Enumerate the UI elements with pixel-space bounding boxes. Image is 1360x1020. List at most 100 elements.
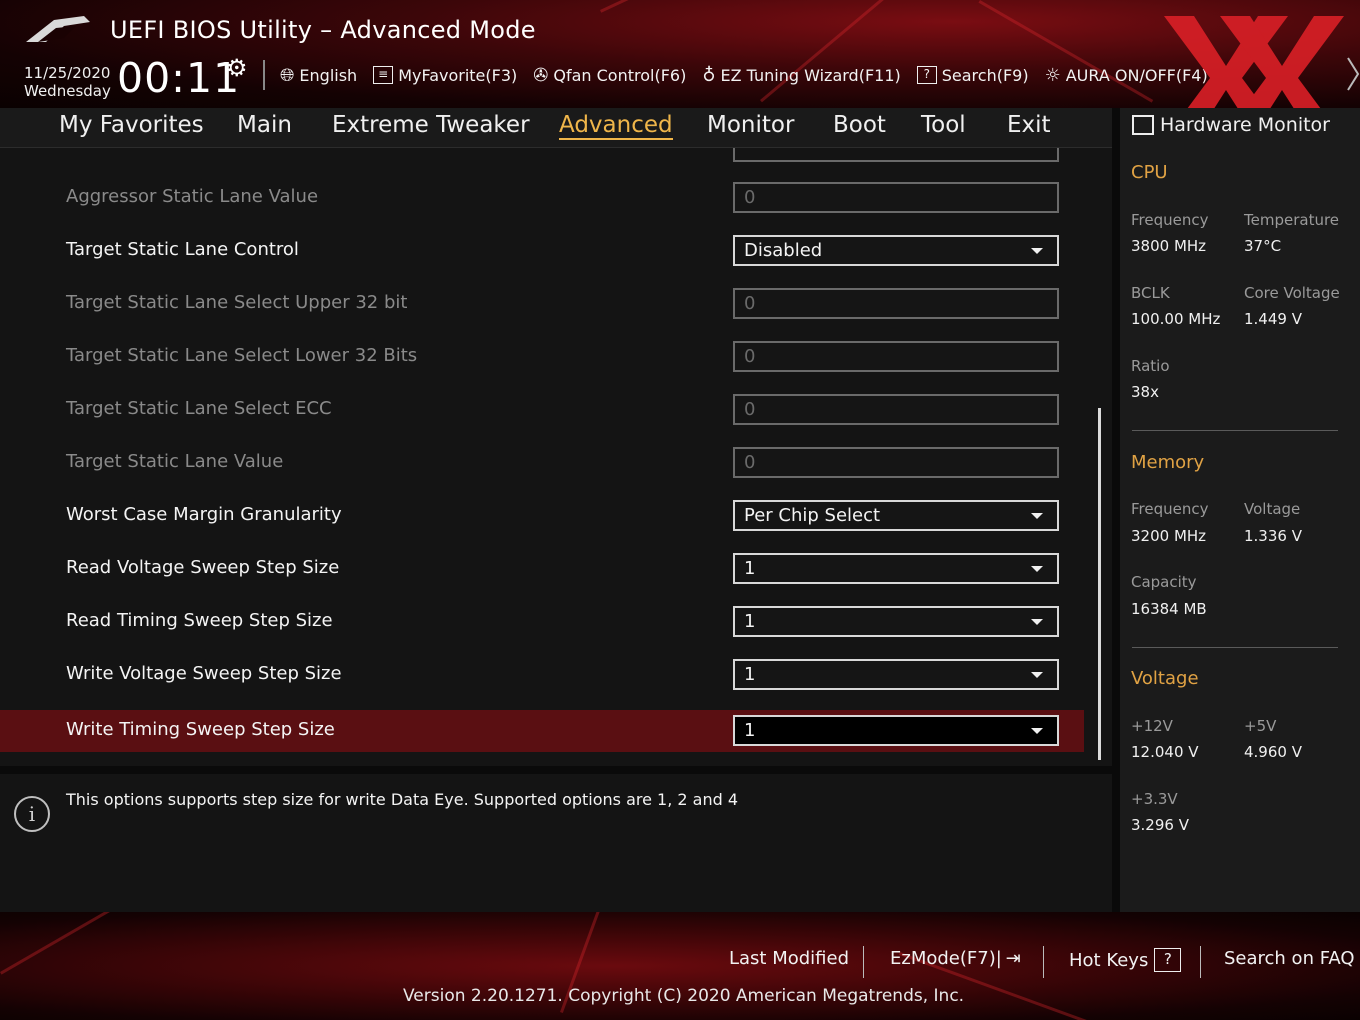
setting-label: Write Voltage Sweep Step Size [66, 663, 342, 684]
rog-logo-icon [26, 16, 90, 42]
version-copyright: Version 2.20.1271. Copyright (C) 2020 Am… [403, 986, 965, 1006]
language-button[interactable]: 🌐︎ English [280, 65, 357, 86]
dropdown-value: Disabled [744, 240, 823, 261]
cpu-temperature-value: 37°C [1244, 237, 1282, 255]
tab-extreme-tweaker[interactable]: Extreme Tweaker [332, 112, 530, 138]
setting-row[interactable]: Target Static Lane Control Disabled [0, 230, 1084, 272]
gear-icon[interactable]: ⚙ [226, 54, 248, 82]
setting-label: Target Static Lane Value [66, 451, 284, 472]
language-label: English [299, 65, 358, 85]
setting-value-input: 0 [733, 341, 1059, 372]
header-decoration [600, 0, 964, 13]
setting-dropdown[interactable]: 1 [733, 553, 1059, 584]
setting-label: Read Timing Sweep Step Size [66, 610, 333, 631]
setting-dropdown[interactable]: 1 [733, 659, 1059, 690]
search-help-icon: ? [916, 66, 937, 84]
header-toolbar: 🌐︎ English ≡ MyFavorite(F3) ✇ Qfan Contr… [280, 62, 1224, 88]
section-divider [1132, 647, 1338, 648]
memory-frequency-value: 3200 MHz [1131, 527, 1207, 545]
memory-voltage-value: 1.336 V [1244, 527, 1302, 545]
setting-dropdown[interactable]: Disabled [733, 235, 1059, 266]
setting-value-input: 0 [733, 394, 1059, 425]
setting-label: Target Static Lane Select ECC [66, 398, 332, 419]
globe-icon: 🌐︎ [280, 64, 295, 86]
setting-value-input: 0 [733, 182, 1059, 213]
setting-label: Aggressor Static Lane Value [66, 186, 319, 207]
dropdown-value: 1 [744, 611, 756, 632]
search-button[interactable]: ? Search(F9) [916, 65, 1029, 85]
hot-keys-label: Hot Keys [1069, 949, 1149, 971]
ezmode-button[interactable]: EzMode(F7)| ⇥ [890, 948, 1021, 969]
app-title: UEFI BIOS Utility – Advanced Mode [110, 16, 536, 44]
bclk-label: BCLK [1131, 284, 1170, 302]
footer-divider [1043, 946, 1044, 978]
tab-my-favorites[interactable]: My Favorites [59, 112, 204, 138]
help-text: This options supports step size for writ… [66, 790, 739, 809]
dropdown-value: 1 [744, 664, 756, 685]
search-faq-button[interactable]: Search on FAQ [1224, 948, 1355, 969]
main-nav: My Favorites Main Extreme Tweaker Advanc… [0, 108, 1112, 148]
setting-dropdown[interactable]: 1 [733, 606, 1059, 637]
tab-exit[interactable]: Exit [1007, 112, 1051, 138]
setting-row[interactable]: Read Timing Sweep Step Size 1 [0, 601, 1084, 643]
chevron-down-icon [1031, 619, 1043, 625]
v5-value: 4.960 V [1244, 743, 1302, 761]
help-divider [0, 766, 1112, 774]
setting-row: Target Static Lane Select ECC 0 [0, 389, 1084, 431]
memory-heading: Memory [1131, 452, 1205, 473]
setting-label: Target Static Lane Select Upper 32 bit [66, 292, 408, 313]
collapse-arrow-icon[interactable] [1344, 56, 1360, 92]
setting-label: Target Static Lane Select Lower 32 Bits [66, 345, 418, 366]
header-bar: UEFI BIOS Utility – Advanced Mode 11/25/… [0, 0, 1360, 108]
setting-dropdown[interactable]: 1 [733, 715, 1059, 746]
tab-monitor[interactable]: Monitor [707, 112, 794, 138]
panel-divider [1112, 108, 1120, 912]
settings-panel: Aggressor Static Lane Value 0 Target Sta… [0, 148, 1112, 766]
chevron-down-icon [1031, 566, 1043, 572]
myfavorite-label: MyFavorite(F3) [398, 65, 518, 85]
hot-keys-button[interactable]: Hot Keys ? [1069, 948, 1182, 972]
help-key-icon: ? [1154, 948, 1182, 972]
footer-bar: Last Modified EzMode(F7)| ⇥ Hot Keys ? S… [0, 912, 1360, 1020]
info-icon: i [14, 796, 50, 832]
memory-voltage-label: Voltage [1244, 500, 1301, 518]
dropdown-value: 1 [744, 720, 756, 741]
setting-value-input: 0 [733, 288, 1059, 319]
qfan-control-button[interactable]: ✇ Qfan Control(F6) [533, 65, 686, 86]
v12-label: +12V [1131, 717, 1173, 735]
section-divider [1132, 430, 1338, 431]
ezmode-label: EzMode(F7)| [890, 948, 1002, 969]
hardware-monitor-label: Hardware Monitor [1160, 114, 1330, 136]
setting-row: Target Static Lane Value 0 [0, 442, 1084, 484]
tab-boot[interactable]: Boot [833, 112, 886, 138]
setting-row[interactable]: Read Voltage Sweep Step Size 1 [0, 548, 1084, 590]
tab-tool[interactable]: Tool [921, 112, 966, 138]
v33-label: +3.3V [1131, 790, 1178, 808]
fan-icon: ✇ [533, 64, 549, 86]
search-label: Search(F9) [941, 65, 1029, 85]
favorite-list-icon: ≡ [373, 66, 394, 84]
ez-tuning-wizard-button[interactable]: ♁ EZ Tuning Wizard(F11) [702, 65, 900, 86]
capacity-label: Capacity [1131, 573, 1197, 591]
footer-divider [1200, 946, 1201, 978]
scrollbar[interactable] [1098, 408, 1101, 760]
last-modified-button[interactable]: Last Modified [729, 948, 849, 969]
myfavorite-button[interactable]: ≡ MyFavorite(F3) [373, 66, 517, 85]
hardware-monitor-panel: Hardware Monitor CPU Frequency Temperatu… [1120, 108, 1360, 912]
core-voltage-value: 1.449 V [1244, 310, 1302, 328]
setting-row[interactable]: Worst Case Margin Granularity Per Chip S… [0, 495, 1084, 537]
tab-advanced[interactable]: Advanced [559, 112, 673, 140]
setting-row-selected[interactable]: Write Timing Sweep Step Size 1 [0, 710, 1084, 752]
tab-main[interactable]: Main [237, 112, 292, 138]
setting-row: Target Static Lane Select Lower 32 Bits … [0, 336, 1084, 378]
cpu-frequency-value: 3800 MHz [1131, 237, 1207, 255]
capacity-value: 16384 MB [1131, 600, 1207, 618]
setting-label: Target Static Lane Control [66, 239, 299, 260]
setting-dropdown[interactable]: Per Chip Select [733, 500, 1059, 531]
setting-row[interactable]: Write Voltage Sweep Step Size 1 [0, 654, 1084, 696]
voltage-heading: Voltage [1131, 668, 1199, 689]
v5-label: +5V [1244, 717, 1277, 735]
aura-light-icon: ☼ [1044, 64, 1061, 86]
exit-arrow-icon: ⇥ [1005, 948, 1021, 969]
date-text: 11/25/2020 [24, 64, 111, 82]
